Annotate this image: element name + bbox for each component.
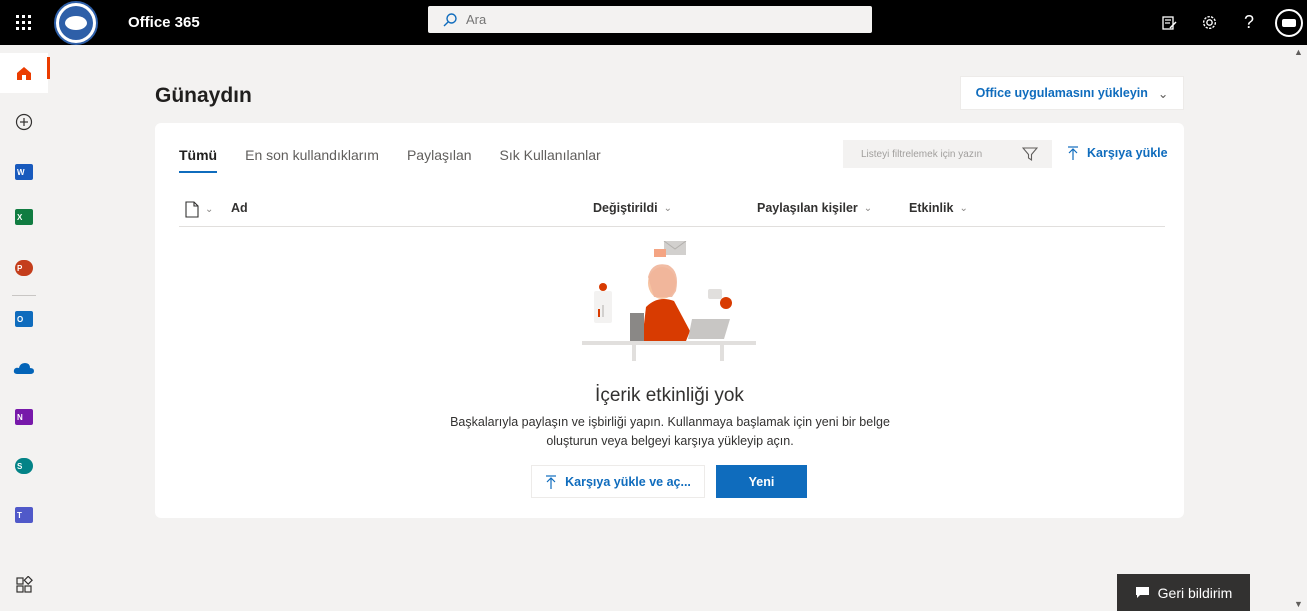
onenote-icon: N (15, 409, 33, 425)
my-day-button[interactable] (1149, 0, 1189, 45)
tab-favorites[interactable]: Sık Kullanılanlar (500, 147, 601, 173)
feedback-button[interactable]: Geri bildirim (1117, 574, 1250, 611)
upload-icon (1068, 146, 1078, 160)
filter-input[interactable]: Listeyi filtrelemek için yazın (843, 140, 1052, 168)
upload-and-open-label: Karşıya yükle ve aç... (565, 474, 691, 489)
empty-state-title: İçerik etkinliği yok (595, 385, 744, 406)
empty-state-description: Başkalarıyla paylaşın ve işbirliği yapın… (450, 415, 890, 448)
tab-all[interactable]: Tümü (179, 147, 218, 173)
column-modified-label: Değiştirildi (593, 201, 658, 215)
install-office-button[interactable]: Office uygulamasını yükleyin ⌄ (960, 76, 1184, 110)
upload-icon (546, 474, 557, 489)
top-right-actions: ? (1149, 0, 1307, 45)
onedrive-icon (13, 363, 34, 374)
scroll-up-icon[interactable]: ▲ (1294, 47, 1303, 57)
rail-item-outlook[interactable]: O (0, 299, 48, 339)
avatar[interactable] (1275, 8, 1303, 37)
settings-button[interactable] (1189, 0, 1229, 45)
table-header: ⌄ Ad Değiştirildi ⌄ Paylaşılan kişiler ⌄… (179, 201, 1165, 227)
add-circle-icon (15, 113, 33, 131)
filter-icon (1022, 147, 1038, 162)
rail-item-all-apps[interactable] (0, 565, 48, 605)
rail-item-teams[interactable]: T (0, 495, 48, 535)
search-input[interactable] (466, 12, 846, 27)
rail-item-excel[interactable]: X (0, 197, 48, 237)
content-card: Tümü En son kullandıklarım Paylaşılan Sı… (155, 123, 1184, 518)
help-icon: ? (1243, 12, 1254, 32)
column-activity[interactable]: Etkinlik ⌄ (909, 201, 968, 215)
empty-state-illustration (582, 241, 756, 361)
chevron-down-icon: ⌄ (663, 202, 672, 214)
upload-and-open-button[interactable]: Karşıya yükle ve aç... (531, 465, 705, 498)
rail-item-word[interactable]: W (0, 152, 48, 192)
file-type-column[interactable]: ⌄ (185, 201, 213, 218)
column-modified[interactable]: Değiştirildi ⌄ (593, 201, 672, 215)
upload-label: Karşıya yükle (1087, 146, 1168, 160)
column-shared-with[interactable]: Paylaşılan kişiler ⌄ (757, 201, 872, 215)
page-scrollbar[interactable]: ▲ ▼ (1290, 45, 1307, 611)
rail-item-powerpoint[interactable]: P (0, 248, 48, 288)
chevron-down-icon: ⌄ (863, 202, 873, 214)
my-day-icon (1162, 15, 1177, 30)
column-activity-label: Etkinlik (909, 201, 954, 215)
app-title[interactable]: Office 365 (128, 14, 200, 31)
chat-icon (1135, 587, 1149, 598)
column-shared-with-label: Paylaşılan kişiler (757, 201, 858, 215)
powerpoint-icon: P (15, 260, 33, 276)
all-apps-icon (16, 576, 33, 593)
rail-item-create[interactable] (0, 102, 48, 142)
tab-bar: Tümü En son kullandıklarım Paylaşılan Sı… (179, 147, 629, 173)
search-icon (443, 12, 457, 26)
sharepoint-icon: S (15, 458, 33, 474)
waffle-icon (15, 15, 31, 30)
greeting-title: Günaydın (155, 84, 252, 107)
tab-recent[interactable]: En son kullandıklarım (245, 147, 379, 173)
outlook-icon: O (15, 311, 33, 327)
tab-shared[interactable]: Paylaşılan (407, 147, 472, 173)
chevron-down-icon: ⌄ (1157, 86, 1169, 101)
column-name[interactable]: Ad (231, 201, 248, 215)
feedback-label: Geri bildirim (1157, 584, 1233, 601)
home-icon (17, 67, 31, 80)
help-button[interactable]: ? (1229, 0, 1269, 45)
teams-icon: T (15, 507, 33, 523)
chevron-down-icon: ⌄ (959, 202, 968, 214)
rail-item-sharepoint[interactable]: S (0, 446, 48, 486)
top-bar: Office 365 ? (0, 0, 1307, 45)
new-document-button[interactable]: Yeni (716, 465, 807, 498)
organization-logo[interactable] (54, 0, 98, 45)
chevron-down-icon: ⌄ (205, 204, 214, 215)
app-launcher-button[interactable] (0, 0, 46, 45)
rail-item-home[interactable] (0, 53, 50, 93)
rail-item-onenote[interactable]: N (0, 397, 48, 437)
gear-icon (1202, 15, 1216, 30)
scroll-down-icon[interactable]: ▼ (1294, 599, 1303, 609)
word-icon: W (15, 164, 33, 180)
install-office-label: Office uygulamasını yükleyin (975, 86, 1148, 100)
excel-icon: X (15, 209, 33, 225)
rail-divider (12, 295, 36, 296)
app-rail: W X P O N S T (0, 45, 50, 611)
upload-button[interactable]: Karşıya yükle (1067, 146, 1168, 160)
search-box[interactable] (428, 6, 872, 33)
document-icon (185, 201, 199, 218)
rail-item-onedrive[interactable] (0, 348, 48, 388)
filter-placeholder: Listeyi filtrelemek için yazın (861, 148, 983, 160)
